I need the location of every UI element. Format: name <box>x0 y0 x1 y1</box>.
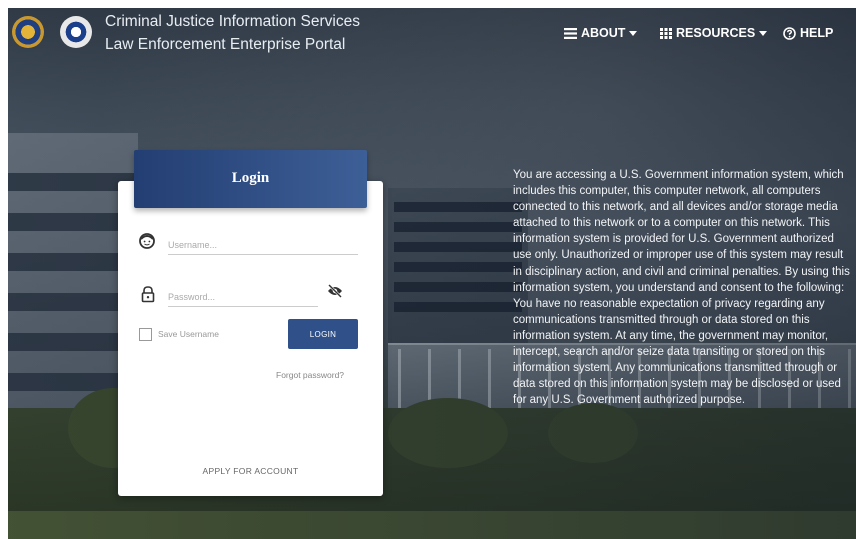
login-button[interactable]: LOGIN <box>288 319 358 349</box>
caret-down-icon <box>759 30 768 36</box>
save-username-label: Save Username <box>158 329 219 339</box>
question-circle-icon <box>783 26 796 40</box>
nav-about-label: ABOUT <box>581 26 626 40</box>
fbi-seal-icon <box>60 16 92 48</box>
top-header: Criminal Justice Information Services La… <box>8 8 856 68</box>
user-face-icon <box>139 233 155 249</box>
forgot-password-link[interactable]: Forgot password? <box>276 370 344 380</box>
username-input[interactable] <box>168 236 358 255</box>
portal-title-line1: Criminal Justice Information Services <box>105 13 360 30</box>
caret-down-icon <box>629 30 638 36</box>
nav-resources[interactable]: RESOURCES <box>660 26 768 40</box>
nav-help[interactable]: HELP <box>783 26 833 40</box>
grid-icon <box>660 27 672 39</box>
login-card-header: Login <box>134 150 367 208</box>
login-heading: Login <box>231 170 270 186</box>
hamburger-menu-icon <box>564 27 577 39</box>
nav-resources-label: RESOURCES <box>676 26 756 40</box>
save-username-checkbox[interactable] <box>139 328 152 341</box>
government-use-notice: You are accessing a U.S. Government info… <box>513 169 850 407</box>
password-input[interactable] <box>168 288 318 307</box>
nav-help-label: HELP <box>800 26 834 40</box>
portal-title-line2: Law Enforcement Enterprise Portal <box>105 36 346 53</box>
eye-slash-icon[interactable] <box>327 284 343 298</box>
lock-icon <box>141 286 155 303</box>
cjis-seal-icon <box>12 16 44 48</box>
apply-for-account-link[interactable]: APPLY FOR ACCOUNT <box>118 466 383 476</box>
nav-about[interactable]: ABOUT <box>564 26 638 40</box>
